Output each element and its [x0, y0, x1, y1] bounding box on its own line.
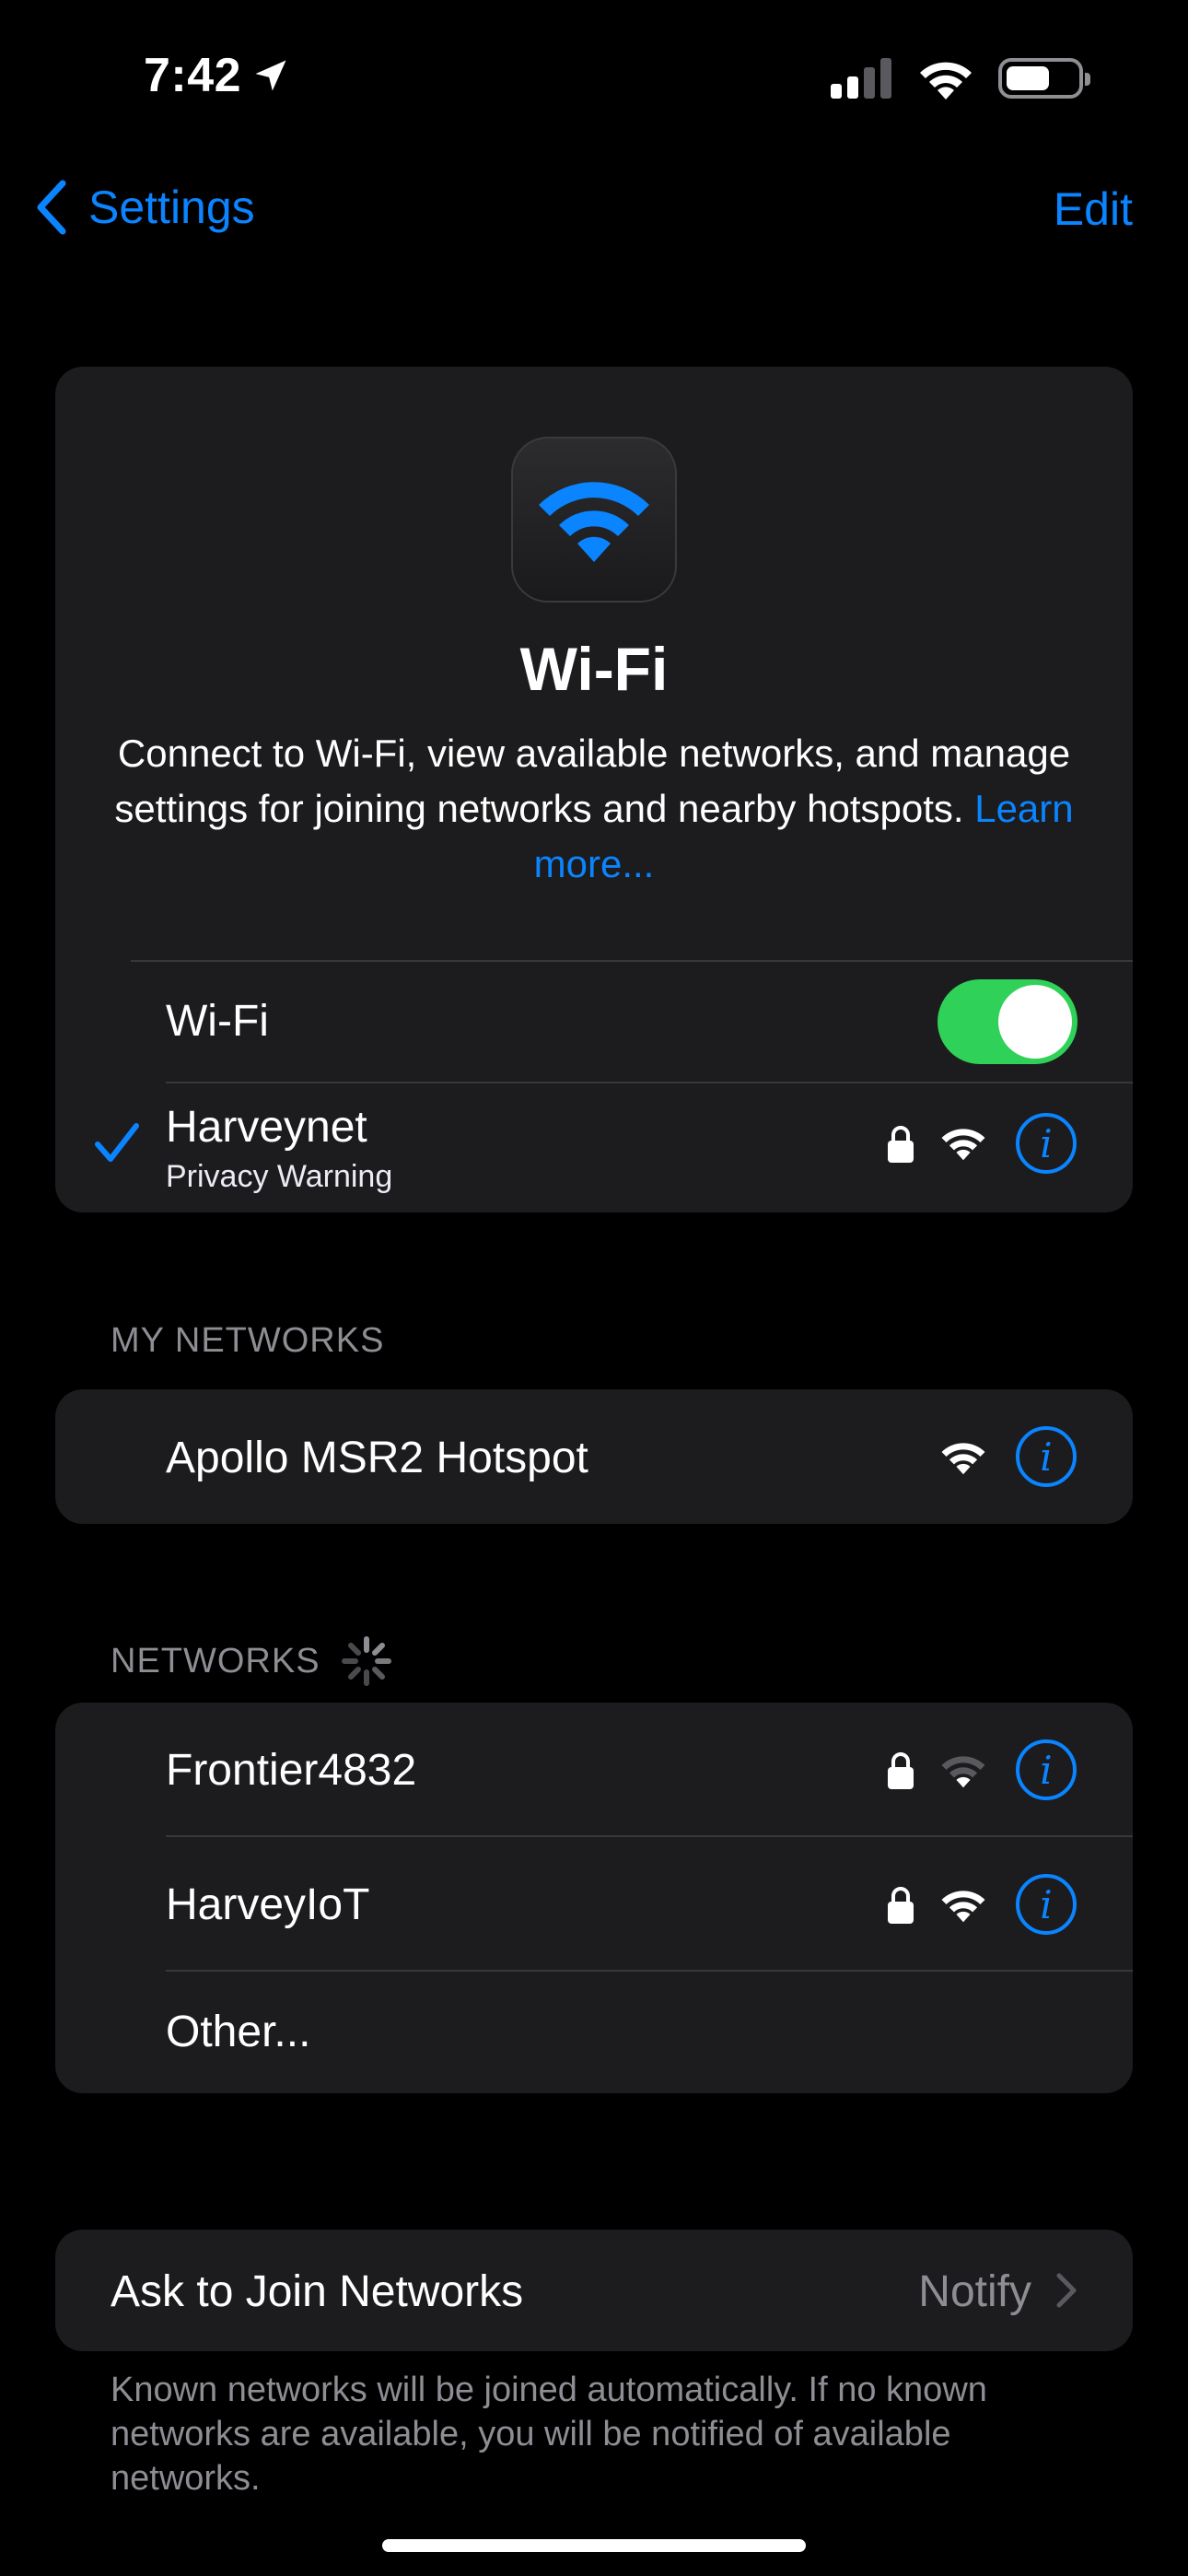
wifi-toggle-label: Wi-Fi: [166, 997, 269, 1046]
connected-network-subtitle: Privacy Warning: [166, 1159, 393, 1194]
info-button[interactable]: i: [1016, 1874, 1077, 1935]
chevron-left-icon: [37, 180, 66, 235]
ask-to-join-value: Notify: [918, 2267, 1031, 2316]
wifi-status-icon: [920, 62, 972, 100]
battery-icon: [998, 58, 1090, 99]
status-bar-time: 7:42: [144, 48, 291, 103]
other-network-label: Other...: [166, 2008, 311, 2056]
back-button[interactable]: Settings: [35, 180, 255, 235]
divider: [166, 1835, 1133, 1837]
networks-card: Frontier4832 i HarveyIoT i Other...: [55, 1703, 1133, 2093]
wifi-hero-card: Wi-Fi Connect to Wi-Fi, view available n…: [55, 367, 1133, 1212]
my-networks-header: MY NETWORKS: [111, 1321, 385, 1360]
wifi-signal-icon: [941, 1891, 985, 1923]
network-name: HarveyIoT: [166, 1880, 370, 1929]
ask-to-join-row[interactable]: Ask to Join Networks Notify: [55, 2230, 1133, 2351]
chevron-right-icon: [1056, 2273, 1077, 2308]
lock-icon: [888, 1887, 914, 1924]
connected-network-name: Harveynet: [166, 1103, 367, 1152]
hero-description: Connect to Wi-Fi, view available network…: [111, 726, 1077, 892]
ask-to-join-footnote: Known networks will be joined automatica…: [111, 2371, 987, 2498]
wifi-toggle-switch[interactable]: [938, 979, 1077, 1064]
divider: [166, 1082, 1133, 1083]
ask-to-join-label: Ask to Join Networks: [111, 2267, 524, 2316]
edit-button[interactable]: Edit: [1054, 182, 1133, 236]
location-arrow-icon: [255, 60, 286, 91]
wifi-icon: [539, 482, 649, 562]
hero-description-text: Connect to Wi-Fi, view available network…: [114, 732, 1071, 830]
wifi-settings-screen: 7:42 Settings Edit Wi-Fi Connect to Wi-F…: [0, 0, 1188, 2576]
info-button[interactable]: i: [1016, 1739, 1077, 1800]
status-bar-indicators: [831, 57, 1090, 100]
wifi-app-icon: [511, 437, 677, 603]
home-indicator[interactable]: [382, 2539, 806, 2552]
network-name: Frontier4832: [166, 1746, 417, 1795]
loading-spinner-icon: [341, 1636, 391, 1686]
networks-header-label: NETWORKS: [111, 1641, 320, 1680]
wifi-signal-icon: [941, 1756, 985, 1788]
networks-header: NETWORKS: [111, 1633, 394, 1689]
network-name: Apollo MSR2 Hotspot: [166, 1434, 588, 1482]
clock-label: 7:42: [144, 49, 242, 102]
divider: [166, 1970, 1133, 1972]
info-button[interactable]: i: [1016, 1113, 1077, 1174]
checkmark-icon: [95, 1123, 139, 1162]
wifi-signal-icon: [941, 1443, 985, 1475]
divider: [131, 960, 1133, 962]
my-networks-card: Apollo MSR2 Hotspot i: [55, 1389, 1133, 1524]
back-button-label: Settings: [88, 181, 255, 233]
page-title: Wi-Fi: [519, 635, 669, 703]
wifi-signal-icon: [941, 1129, 985, 1161]
lock-icon: [888, 1126, 914, 1163]
info-button[interactable]: i: [1016, 1426, 1077, 1487]
cellular-signal-icon: [831, 58, 891, 99]
lock-icon: [888, 1752, 914, 1789]
